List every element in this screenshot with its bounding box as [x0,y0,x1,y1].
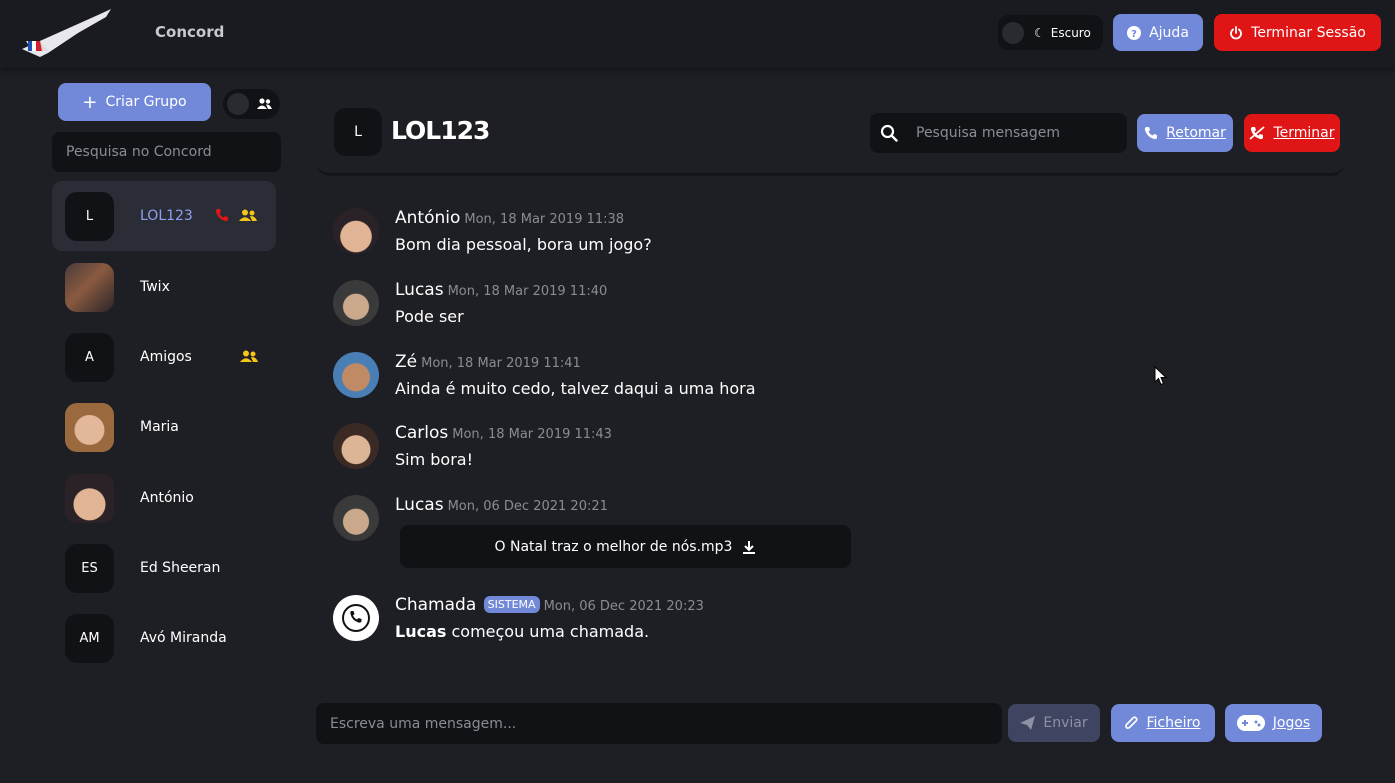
message-search-input[interactable] [916,125,1116,141]
toggle-knob [227,93,249,115]
resume-call-button[interactable]: Retomar [1137,114,1233,152]
contact-name: Amigos [140,349,192,365]
chat-title: LOL123 [391,116,490,145]
paperclip-icon [1125,715,1139,731]
avatar: A [65,332,114,382]
message-avatar [333,495,379,541]
message-time: Mon, 18 Mar 2019 11:41 [421,356,581,371]
message-avatar [333,208,379,254]
phone-icon [1144,126,1158,140]
message-input[interactable] [316,703,1002,744]
search-icon [880,124,898,142]
file-name: O Natal traz o melhor de nós.mp3 [494,538,733,555]
svg-text:?: ? [1131,29,1137,40]
moon-icon: ☾ [1034,25,1045,40]
message-avatar [333,280,379,326]
help-label: Ajuda [1149,24,1189,41]
avatar [65,402,114,452]
concorde-logo [22,9,111,57]
send-button[interactable]: Enviar [1008,704,1100,742]
phone-icon [342,604,370,632]
users-icon [257,98,272,110]
avatar [65,473,114,523]
message-text: Bom dia pessoal, bora um jogo? [395,235,652,254]
message-text: Sim bora! [395,450,474,469]
contact-item-avo-miranda[interactable]: AM Avó Miranda [52,603,276,673]
contact-item-amigos[interactable]: A Amigos [52,322,276,392]
phone-slash-icon [1249,126,1266,140]
file-attachment[interactable]: O Natal traz o melhor de nós.mp3 [400,525,851,568]
message-author: Zé [395,352,418,372]
message-time: Mon, 18 Mar 2019 11:43 [452,427,612,442]
contact-name: António [140,490,194,506]
contact-name: Avó Miranda [140,630,227,646]
theme-label: Escuro [1050,25,1091,40]
mouse-cursor-icon [1154,366,1168,386]
message-time: Mon, 18 Mar 2019 11:40 [447,284,608,299]
end-label: Terminar [1273,125,1335,141]
create-group-button[interactable]: + Criar Grupo [58,83,211,121]
contact-item-maria[interactable]: Maria [52,392,276,462]
create-group-label: Criar Grupo [105,94,187,110]
message-author: Lucas [395,495,444,515]
avatar: L [65,191,114,241]
contact-name: Ed Sheeran [140,560,221,576]
message-time: Mon, 18 Mar 2019 11:38 [464,212,625,227]
group-icon [239,207,257,226]
system-badge: SISTEMA [483,596,540,613]
message-author: Lucas [395,280,444,300]
message-author: Chamada [395,595,477,615]
avatar: AM [65,613,114,663]
download-icon[interactable] [742,540,756,554]
logout-label: Terminar Sessão [1251,24,1366,41]
message-bold-user: Lucas [395,622,447,641]
gamepad-icon [1236,714,1265,732]
message-time: Mon, 06 Dec 2021 20:21 [447,499,608,514]
sidebar-search-input[interactable] [52,132,281,172]
question-icon: ? [1127,25,1142,40]
theme-toggle[interactable]: ☾ Escuro [998,15,1103,50]
games-label: Jogos [1272,715,1311,731]
message-text: começou uma chamada. [446,622,650,641]
system-call-avatar [333,595,379,641]
logout-button[interactable]: Terminar Sessão [1214,14,1381,51]
group-filter-toggle[interactable] [223,89,280,119]
message-text: Ainda é muito cedo, talvez daqui a uma h… [395,379,756,398]
file-label: Ficheiro [1146,715,1201,731]
contact-item-ed-sheeran[interactable]: ES Ed Sheeran [52,533,276,603]
contact-name: LOL123 [140,208,193,224]
contact-name: Maria [140,419,179,435]
phone-icon [215,207,229,226]
end-call-button[interactable]: Terminar [1244,114,1340,152]
power-icon [1229,25,1243,40]
games-button[interactable]: Jogos [1225,704,1322,742]
avatar [65,262,114,312]
message-search [870,113,1127,153]
send-label: Enviar [1043,715,1088,731]
message-text: Pode ser [395,307,464,326]
chat-avatar: L [334,108,382,156]
message-avatar [333,352,379,398]
top-bar: Concord ☾ Escuro ? Ajuda Terminar Sessão [0,0,1395,68]
avatar: ES [65,543,114,593]
file-button[interactable]: Ficheiro [1111,704,1215,742]
message-author: António [395,208,461,228]
message-avatar [333,423,379,469]
message-author: Carlos [395,423,449,443]
help-button[interactable]: ? Ajuda [1113,14,1203,51]
plus-icon: + [82,91,98,113]
resume-label: Retomar [1166,125,1226,141]
contact-name: Twix [140,279,170,295]
group-icon [240,348,258,367]
app-title: Concord [155,23,225,41]
contact-item-antonio[interactable]: António [52,463,276,533]
toggle-knob [1002,21,1024,44]
paper-plane-icon [1020,716,1036,730]
contact-item-twix[interactable]: Twix [52,252,276,322]
message-time: Mon, 06 Dec 2021 20:23 [543,599,704,614]
contact-item-lol123[interactable]: L LOL123 [52,181,276,251]
